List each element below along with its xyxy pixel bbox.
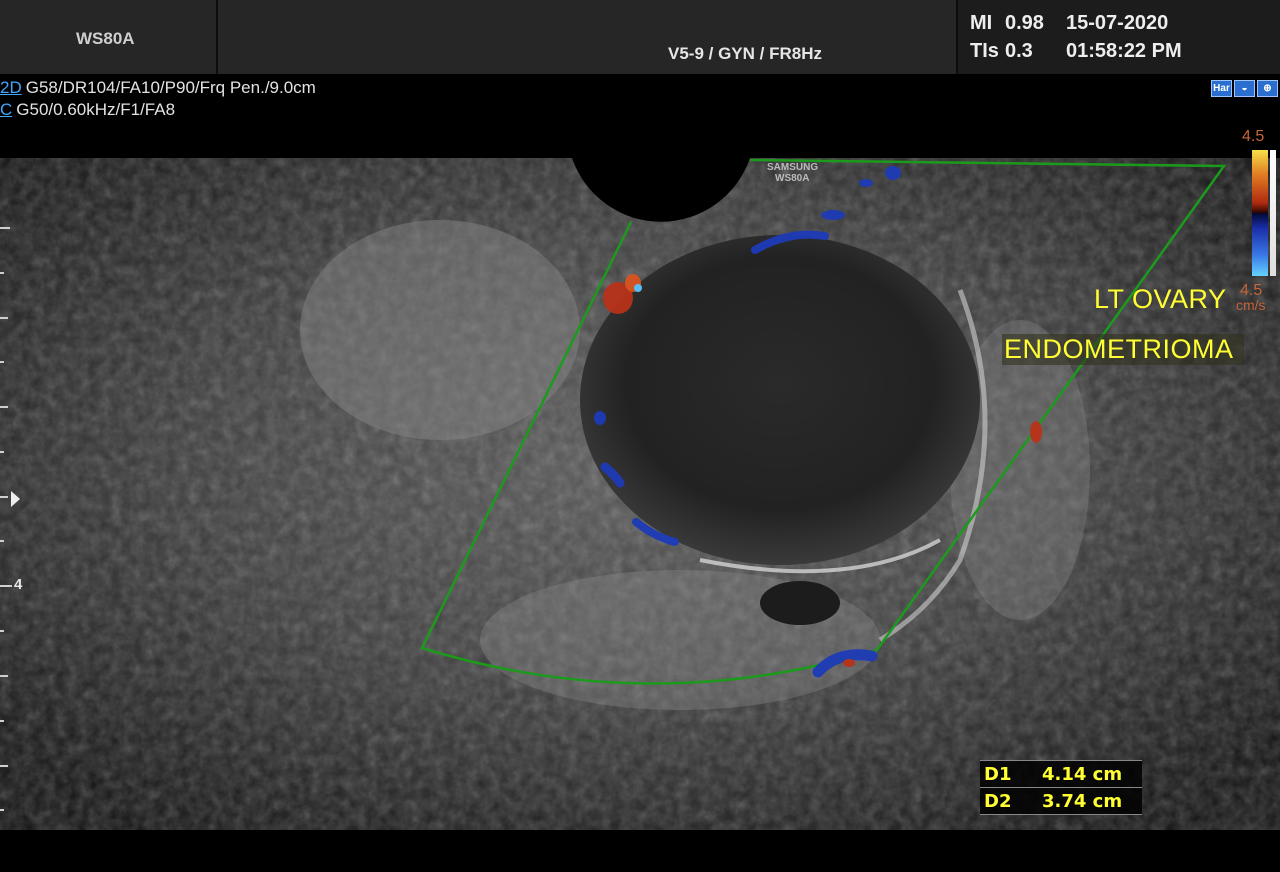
param-2d-values: G58/DR104/FA10/P90/Frq Pen./9.0cm xyxy=(25,78,316,97)
exam-date: 15-07-2020 xyxy=(1066,12,1169,34)
probe-preset: V5-9 / GYN / FR8Hz xyxy=(668,44,822,63)
header-bar: WS80A V5-9 / GYN / FR8Hz MI 0.98 TIs 0.3… xyxy=(0,0,1280,74)
param-line-2d: 2D G58/DR104/FA10/P90/Frq Pen./9.0cm xyxy=(0,78,316,98)
mode-icons: Har ◒ ⊕ xyxy=(1211,80,1278,97)
color-scale-unit: cm/s xyxy=(1236,297,1266,313)
ultrasound-image: SAMSUNG WS80A xyxy=(0,120,1280,830)
mode-2d-link[interactable]: 2D xyxy=(0,78,22,97)
color-scale-max: 4.5 xyxy=(1242,128,1265,145)
preset-panel xyxy=(218,0,956,74)
depth-label: 4 xyxy=(14,576,23,593)
annotation-lt-ovary[interactable]: LT OVARY xyxy=(1094,284,1227,315)
measurement-label: D2 xyxy=(984,790,1012,812)
measurement-row[interactable]: D1 4.14 cm xyxy=(980,761,1142,788)
annotation-endometrioma[interactable]: ENDOMETRIOMA xyxy=(1002,334,1244,365)
exam-time: 01:58:22 PM xyxy=(1066,40,1182,62)
mi-label: MI xyxy=(970,12,993,34)
harmonic-icon[interactable]: Har xyxy=(1211,80,1232,97)
tis-value: 0.3 xyxy=(1005,40,1033,62)
param-line-color: C G50/0.60kHz/F1/FA8 xyxy=(0,100,175,120)
device-panel: WS80A xyxy=(0,0,216,74)
mode-color-link[interactable]: C xyxy=(0,100,12,119)
measurement-value: 4.14 cm xyxy=(1042,763,1123,785)
focus-marker-icon xyxy=(11,491,20,507)
probe-icon[interactable]: ◒ xyxy=(1234,80,1255,97)
settings-icon[interactable]: ⊕ xyxy=(1257,80,1278,97)
mi-value: 0.98 xyxy=(1005,12,1044,34)
color-velocity-bar xyxy=(1252,150,1268,276)
measurement-row[interactable]: D2 3.74 cm xyxy=(980,788,1142,815)
param-color-values: G50/0.60kHz/F1/FA8 xyxy=(16,100,176,119)
device-name: WS80A xyxy=(76,29,135,48)
probe-model: WS80A xyxy=(775,173,809,184)
measurement-value: 3.74 cm xyxy=(1042,790,1123,812)
tis-label: TIs xyxy=(970,40,999,62)
measurement-label: D1 xyxy=(984,763,1012,785)
measurement-box: D1 4.14 cm D2 3.74 cm xyxy=(980,760,1142,815)
probe-brand: SAMSUNG xyxy=(767,162,818,173)
gray-map-bar xyxy=(1270,150,1276,276)
